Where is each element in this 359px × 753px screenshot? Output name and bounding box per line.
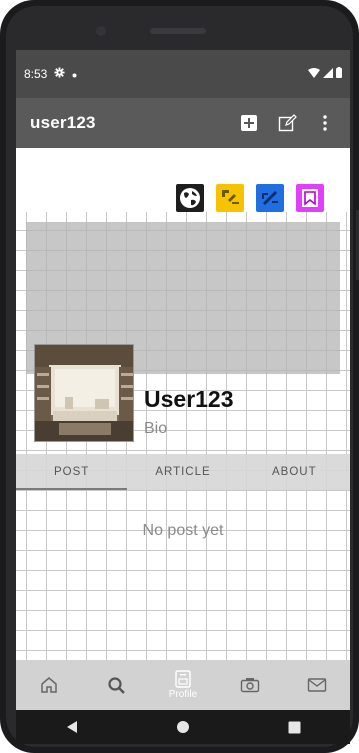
bookmark-link-button[interactable] — [296, 184, 324, 212]
battery-icon — [336, 67, 342, 81]
social-links — [176, 184, 324, 212]
add-box-icon — [241, 115, 257, 131]
overflow-menu-button[interactable] — [314, 112, 336, 134]
profile-content: User123 Bio POST ARTICLE ABOUT No post y… — [16, 148, 350, 660]
nav-search[interactable] — [91, 660, 141, 710]
blue-link-button[interactable] — [256, 184, 284, 212]
edit-icon — [278, 113, 297, 131]
profile-bio: Bio — [144, 420, 168, 437]
system-home-button[interactable] — [163, 712, 203, 742]
screen: 8:53 user123 User123 Bio POST ARTICLE AB… — [16, 50, 350, 710]
status-bar: 8:53 — [16, 50, 350, 98]
earpiece-speaker — [150, 28, 206, 34]
nav-camera[interactable] — [225, 660, 275, 710]
system-recents-button[interactable] — [274, 712, 314, 742]
signal-icon — [323, 67, 333, 81]
profile-tabs: POST ARTICLE ABOUT — [16, 454, 350, 490]
edit-button[interactable] — [276, 112, 298, 134]
notification-dot-icon — [72, 67, 77, 81]
globe-link-button[interactable] — [176, 184, 204, 212]
nav-messages[interactable] — [292, 660, 342, 710]
avatar-room-image — [35, 345, 133, 441]
yellow-link-button[interactable] — [216, 184, 244, 212]
add-button[interactable] — [238, 112, 260, 134]
tab-post[interactable]: POST — [16, 454, 128, 490]
wifi-icon — [308, 67, 320, 81]
mail-icon — [307, 678, 326, 692]
more-vert-icon — [323, 115, 327, 131]
search-icon — [108, 676, 125, 694]
nav-home[interactable] — [24, 660, 74, 710]
camera-icon — [240, 678, 259, 693]
yellow-link-icon — [222, 190, 239, 204]
back-triangle-icon — [66, 721, 77, 733]
empty-state-text: No post yet — [142, 522, 224, 539]
recents-square-icon — [288, 721, 301, 733]
nav-profile-label: Profile — [168, 689, 198, 700]
profile-icon — [175, 670, 191, 688]
profile-name: User123 — [144, 386, 234, 412]
bookmark-icon — [302, 189, 318, 207]
bottom-navigation: Profile — [16, 660, 350, 710]
nav-profile[interactable]: Profile — [158, 660, 208, 710]
settings-gear-icon — [54, 67, 65, 81]
globe-icon — [180, 188, 200, 208]
profile-avatar[interactable] — [34, 344, 134, 442]
front-camera — [96, 26, 106, 36]
status-time: 8:53 — [24, 67, 48, 81]
tab-article[interactable]: ARTICLE — [127, 454, 238, 490]
app-title: user123 — [30, 113, 96, 132]
home-icon — [41, 677, 58, 693]
home-circle-icon — [176, 721, 189, 733]
system-back-button[interactable] — [52, 712, 92, 742]
tab-about[interactable]: ABOUT — [239, 454, 350, 490]
app-bar: user123 — [16, 98, 350, 148]
blue-link-icon — [262, 191, 278, 205]
system-navigation-bar — [16, 710, 350, 744]
